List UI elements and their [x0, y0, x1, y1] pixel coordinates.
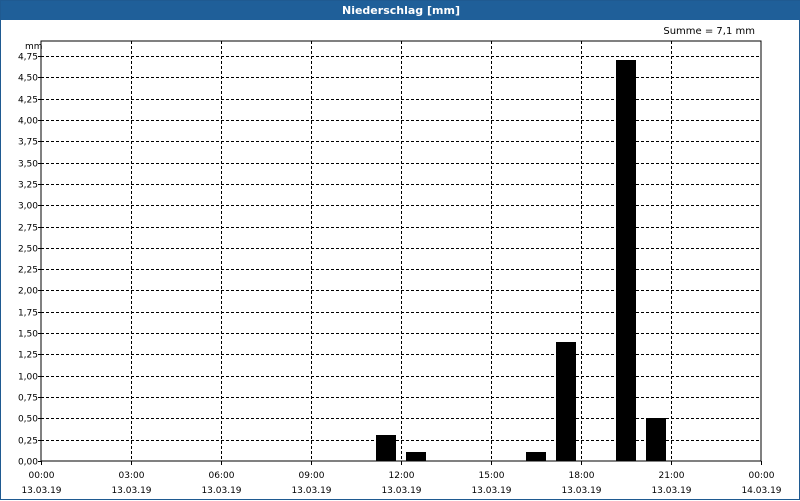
y-tick-label: 1,75 — [18, 309, 38, 319]
x-tick-date-label: 13.03.19 — [471, 486, 511, 496]
x-tick-time-label: 15:00 — [479, 471, 505, 481]
y-tick-label: 4,50 — [18, 74, 38, 84]
x-tick-date-label: 13.03.19 — [291, 486, 331, 496]
y-tick-label: 2,00 — [18, 287, 38, 297]
x-tick-date-label: 14.03.19 — [741, 486, 781, 496]
x-tick-date-label: 13.03.19 — [561, 486, 601, 496]
x-tick-time-label: 21:00 — [659, 471, 685, 481]
precipitation-bar — [616, 60, 636, 461]
y-tick-label: 4,00 — [18, 117, 38, 127]
x-tick-time-label: 12:00 — [389, 471, 415, 481]
x-tick-time-label: 18:00 — [569, 471, 595, 481]
y-tick-label: 3,50 — [18, 160, 38, 170]
precipitation-bar — [376, 435, 396, 461]
y-tick-label: 1,25 — [18, 351, 38, 361]
y-tick-label: 4,25 — [18, 96, 38, 106]
y-tick-label: 1,00 — [18, 373, 38, 383]
precipitation-bar — [406, 452, 426, 461]
precipitation-bar — [646, 418, 666, 461]
x-tick-time-label: 00:00 — [749, 471, 775, 481]
y-tick-label: 0,25 — [18, 437, 38, 447]
y-tick-label: 1,50 — [18, 330, 38, 340]
x-tick-date-label: 13.03.19 — [651, 486, 691, 496]
precipitation-chart: 0,00 0,25 0,50 0,75 1,00 1,25 1,50 1,75 2,00 2,25… — [18, 40, 782, 496]
y-tick-label: 0,00 — [18, 458, 38, 468]
y-tick-label: 0,50 — [18, 415, 38, 425]
y-tick-label: 2,50 — [18, 245, 38, 255]
x-tick-date-label: 13.03.19 — [381, 486, 421, 496]
x-tick-time-label: 09:00 — [299, 471, 325, 481]
y-axis-label: mm — [25, 42, 43, 52]
x-tick-date-label: 13.03.19 — [201, 486, 241, 496]
x-tick-date-label: 13.03.19 — [111, 486, 151, 496]
x-tick-date-label: 13.03.19 — [21, 486, 61, 496]
x-tick-time-label: 00:00 — [29, 471, 55, 481]
x-tick-time-label: 06:00 — [209, 471, 235, 481]
y-tick-label: 3,25 — [18, 181, 38, 191]
precipitation-bar — [556, 342, 576, 461]
y-tick-label: 3,00 — [18, 202, 38, 212]
y-tick-label: 4,75 — [18, 53, 38, 63]
chart-window: Niederschlag [mm] Summe = 7,1 mm 0,00 0,2… — [0, 0, 800, 500]
y-tick-label: 2,25 — [18, 266, 38, 276]
y-tick-label: 3,75 — [18, 138, 38, 148]
y-tick-label: 2,75 — [18, 224, 38, 234]
y-tick-label: 0,75 — [18, 394, 38, 404]
x-tick-time-label: 03:00 — [119, 471, 145, 481]
precipitation-bar — [526, 452, 546, 461]
